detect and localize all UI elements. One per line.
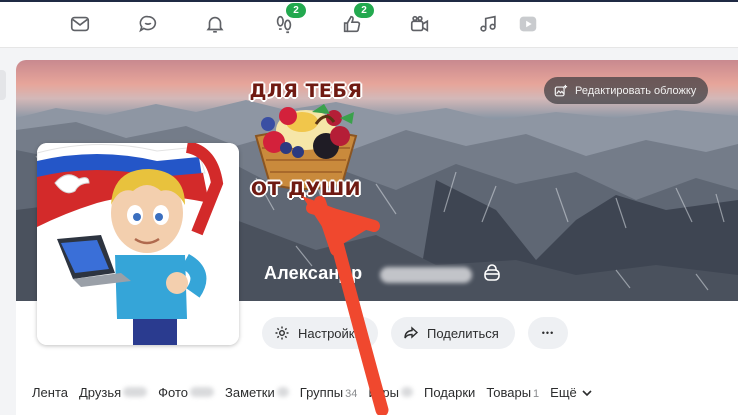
edit-cover-label: Редактировать обложку [575, 84, 697, 97]
tab-feed[interactable]: Лента [32, 385, 68, 400]
purse-icon[interactable] [482, 263, 502, 283]
guests-badge: 2 [286, 3, 306, 18]
groups-count: 34 [345, 387, 358, 400]
video-camera-icon[interactable] [408, 12, 432, 36]
tab-groups[interactable]: Группы 34 [300, 385, 358, 400]
redacted-count [276, 386, 289, 397]
tab-notes[interactable]: Заметки [225, 385, 289, 400]
share-label: Поделиться [427, 325, 499, 341]
mail-icon[interactable] [68, 12, 92, 36]
music-note-icon[interactable] [476, 12, 500, 36]
more-options-button[interactable]: ••• [528, 317, 568, 349]
avatar-cartoon-image [37, 143, 239, 345]
image-edit-icon [554, 84, 568, 96]
greeting-sticker: ДЛЯ ТЕБЯ ОТ ДУШИ [236, 76, 376, 210]
top-navigation-bar: 2 2 [0, 0, 738, 48]
more-dots-icon: ••• [541, 328, 555, 338]
guests-button[interactable]: 2 [272, 3, 306, 36]
chevron-down-icon [582, 389, 592, 396]
edit-cover-button[interactable]: Редактировать обложку [544, 77, 709, 104]
redacted-surname [380, 267, 472, 283]
tab-friends[interactable]: Друзья [79, 385, 148, 400]
sticker-text-top: ДЛЯ ТЕБЯ [249, 80, 363, 102]
gear-icon [275, 326, 289, 340]
settings-label: Настройки [298, 325, 362, 341]
tab-more[interactable]: Ещё [550, 385, 592, 400]
left-rail-handle [0, 70, 6, 100]
tab-goods[interactable]: Товары 1 [486, 385, 539, 400]
goods-count: 1 [533, 387, 540, 400]
chat-bubble-icon[interactable] [136, 12, 160, 36]
share-button[interactable]: Поделиться [391, 317, 515, 349]
redacted-count [401, 386, 414, 397]
likes-badge: 2 [354, 3, 374, 18]
redacted-count [123, 386, 148, 397]
tab-photos[interactable]: Фото [158, 385, 215, 400]
likes-button[interactable]: 2 [340, 3, 374, 36]
top-accent-line [0, 0, 738, 2]
tab-games[interactable]: Игры [368, 385, 414, 400]
share-arrow-icon [404, 326, 419, 339]
redacted-count [190, 386, 215, 397]
profile-name: Александр [264, 263, 363, 283]
video-play-icon[interactable] [516, 12, 540, 36]
bell-icon[interactable] [203, 12, 227, 36]
profile-card: Редактировать обложку ДЛЯ ТЕБЯ ОТ ДУШИ А… [16, 60, 738, 415]
profile-avatar[interactable] [37, 143, 239, 345]
settings-button[interactable]: Настройки [262, 317, 378, 349]
tab-gifts[interactable]: Подарки [424, 385, 475, 400]
profile-tabs: Лента Друзья Фото Заметки Группы 34 Игры … [16, 376, 738, 408]
sticker-text-bottom: ОТ ДУШИ [250, 178, 362, 200]
